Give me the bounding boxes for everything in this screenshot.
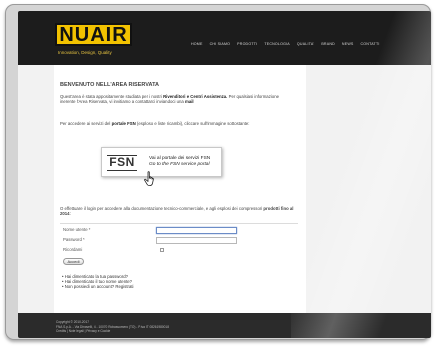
main-nav: HOME CHI SIAMO PRODOTTI TECNOLOGIA QUALI…: [191, 42, 380, 46]
site-footer: Copyright © 2010-2017 FNA S.p.A. - Via D…: [18, 313, 431, 338]
fsn-intro: Per accedere ai servizi del portale FSN …: [60, 121, 250, 126]
hand-pointer-icon: [144, 171, 154, 186]
username-label: Nome utente *: [63, 227, 91, 232]
nav-item-qualita[interactable]: QUALITA': [297, 42, 314, 46]
footer-copyright: Copyright © 2010-2017: [56, 320, 90, 324]
nuair-logo[interactable]: NUAIR: [55, 23, 132, 46]
tagline: Innovation, Design, Quality: [58, 50, 112, 55]
nav-item-contatti[interactable]: CONTATTI: [361, 42, 380, 46]
fsn-logo: FSN: [107, 155, 137, 171]
remember-checkbox[interactable]: [160, 248, 164, 252]
login-intro: O effettuare il login per accedere alla …: [60, 206, 294, 217]
nav-item-brand[interactable]: BRAND: [321, 42, 335, 46]
mail-link[interactable]: mail: [185, 99, 194, 104]
browser-screen: NUAIR Innovation, Design, Quality HOME C…: [18, 11, 431, 338]
nav-item-news[interactable]: NEWS: [342, 42, 354, 46]
username-input[interactable]: [156, 227, 237, 234]
device-frame: NUAIR Innovation, Design, Quality HOME C…: [5, 4, 431, 340]
main-content: BENVENUTO NELL'AREA RISERVATA Quest'area…: [54, 65, 306, 315]
login-button[interactable]: Accedi: [63, 258, 84, 265]
nav-item-tecnologia[interactable]: TECNOLOGIA: [264, 42, 290, 46]
fsn-banner-text: Vai al portale dei servizi FSN Go to the…: [149, 156, 211, 167]
remember-label: Ricordami: [63, 247, 83, 252]
fsn-portal-banner[interactable]: FSN Vai al portale dei servizi FSN Go to…: [101, 147, 222, 177]
footer-company: FNA S.p.A. - Via Dinavelli, 4 - 10070 Ro…: [56, 324, 169, 329]
register-link[interactable]: • Non possiedi un account? Registrati: [62, 284, 134, 290]
password-label: Password *: [63, 237, 85, 242]
footer-links[interactable]: Credits | Note legali | Privacy e Cookie: [56, 329, 110, 333]
nav-item-prodotti[interactable]: PRODOTTI: [237, 42, 257, 46]
logo-text: NUAIR: [59, 23, 128, 46]
form-divider: [60, 223, 298, 225]
site-header: NUAIR Innovation, Design, Quality HOME C…: [18, 11, 431, 65]
intro-paragraph: Quest'area è stata appositamente studiat…: [60, 94, 279, 105]
nav-item-home[interactable]: HOME: [191, 42, 203, 46]
password-input[interactable]: [156, 237, 237, 244]
page-title: BENVENUTO NELL'AREA RISERVATA: [60, 82, 159, 88]
nav-item-chi-siamo[interactable]: CHI SIAMO: [210, 42, 231, 46]
account-links: • Hai dimenticato la tua password? • Hai…: [62, 274, 134, 290]
